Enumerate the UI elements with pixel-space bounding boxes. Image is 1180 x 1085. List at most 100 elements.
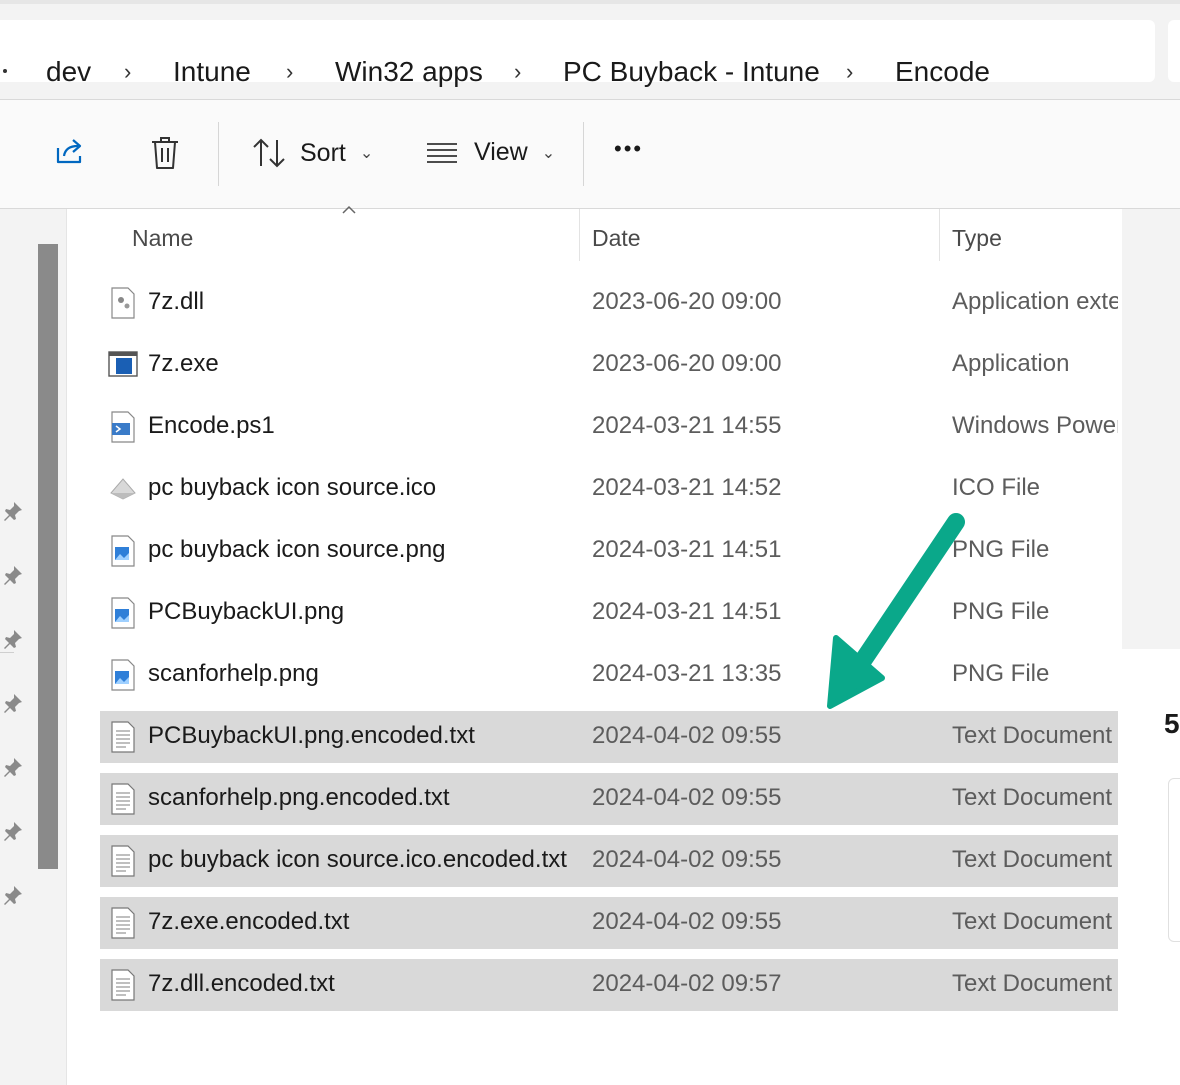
file-name: pc buyback icon source.ico: [148, 474, 437, 501]
file-type: Text Document: [952, 846, 1113, 873]
file-name: PCBuybackUI.png.encoded.txt: [148, 722, 475, 749]
sort-ascending-icon: [342, 205, 356, 214]
file-row[interactable]: Encode.ps1 2024-03-21 14:55 Windows Power: [100, 401, 1118, 453]
file-date: 2024-04-02 09:55: [592, 722, 782, 749]
share-button[interactable]: [54, 136, 86, 168]
sort-button[interactable]: Sort ⌄: [252, 138, 373, 168]
overflow-dot: [3, 69, 7, 73]
nav-divider: [0, 652, 14, 653]
file-type: Text Document: [952, 908, 1113, 935]
pin-icon[interactable]: [2, 628, 24, 650]
file-row[interactable]: 7z.dll.encoded.txt 2024-04-02 09:57 Text D…: [100, 959, 1118, 1011]
chevron-right-icon[interactable]: ›: [124, 56, 131, 88]
file-row[interactable]: pc buyback icon source.ico 2024-03-21 14:…: [100, 463, 1118, 515]
file-name: 7z.dll.encoded.txt: [148, 970, 335, 997]
column-divider[interactable]: [939, 209, 940, 261]
file-date: 2024-03-21 14:51: [592, 536, 782, 563]
image-icon: [111, 597, 135, 629]
share-icon: [56, 139, 82, 164]
file-date: 2024-04-02 09:55: [592, 908, 782, 935]
file-row[interactable]: pc buyback icon source.ico.encoded.txt 20…: [100, 835, 1118, 887]
file-date: 2024-03-21 14:55: [592, 412, 782, 439]
pin-icon[interactable]: [2, 564, 24, 586]
file-row[interactable]: 7z.exe 2023-06-20 09:00 Application: [100, 339, 1118, 391]
file-date: 2023-06-20 09:00: [592, 288, 782, 315]
details-count: 5: [1164, 708, 1180, 739]
file-name: Encode.ps1: [148, 412, 275, 439]
file-row[interactable]: scanforhelp.png.encoded.txt 2024-04-02 09…: [100, 773, 1118, 825]
file-name: pc buyback icon source.png: [148, 536, 446, 563]
details-card: [1168, 778, 1180, 942]
breadcrumb-item-encode[interactable]: Encode: [895, 54, 990, 90]
chevron-right-icon[interactable]: ›: [286, 56, 293, 88]
column-header-date[interactable]: Date: [592, 225, 641, 252]
file-type: Application exte: [952, 288, 1118, 315]
trash-icon: [152, 137, 178, 169]
address-bar: dev › Intune › Win32 apps › PC Buyback -…: [0, 0, 1180, 100]
file-date: 2024-04-02 09:55: [592, 784, 782, 811]
more-icon: •••: [614, 136, 644, 161]
file-name: 7z.exe: [148, 350, 219, 377]
text-file-icon: [111, 907, 135, 939]
view-list-icon: [427, 142, 457, 163]
chevron-down-icon: ⌄: [359, 145, 374, 162]
sort-icon: [253, 138, 285, 168]
file-date: 2024-04-02 09:55: [592, 846, 782, 873]
column-header-type[interactable]: Type: [952, 225, 1002, 252]
file-type: Application: [952, 350, 1070, 377]
file-date: 2024-03-21 14:52: [592, 474, 782, 501]
chevron-right-icon[interactable]: ›: [514, 56, 521, 88]
column-header-name[interactable]: Name: [132, 225, 193, 252]
file-name: scanforhelp.png.encoded.txt: [148, 784, 450, 811]
text-file-icon: [111, 721, 135, 753]
pin-icon[interactable]: [2, 756, 24, 778]
exe-icon: [108, 351, 138, 377]
text-file-icon: [111, 783, 135, 815]
breadcrumb[interactable]: dev › Intune › Win32 apps › PC Buyback -…: [0, 20, 1155, 87]
chevron-right-icon[interactable]: ›: [846, 56, 853, 88]
delete-button[interactable]: [150, 136, 180, 170]
file-type: Text Document: [952, 784, 1113, 811]
details-pane-edge: [1122, 209, 1180, 649]
file-date: 2024-03-21 13:35: [592, 660, 782, 687]
file-date: 2023-06-20 09:00: [592, 350, 782, 377]
dll-icon: [111, 287, 135, 319]
annotation-arrow: [827, 513, 965, 709]
file-row[interactable]: 7z.dll 2023-06-20 09:00 Application exte: [100, 277, 1118, 329]
pin-icon[interactable]: [2, 820, 24, 842]
file-type: Text Document: [952, 970, 1113, 997]
file-name: scanforhelp.png: [148, 660, 319, 687]
more-options-button[interactable]: •••: [614, 136, 643, 162]
file-type: Windows Power: [952, 412, 1118, 439]
command-bar: Sort ⌄ View ⌄ •••: [0, 100, 1180, 209]
column-divider[interactable]: [579, 209, 580, 261]
file-name: 7z.dll: [148, 288, 205, 315]
breadcrumb-item-win32-apps[interactable]: Win32 apps: [335, 54, 483, 90]
file-name: pc buyback icon source.ico.encoded.txt: [148, 846, 567, 873]
file-row[interactable]: 7z.exe.encoded.txt 2024-04-02 09:55 Text D…: [100, 897, 1118, 949]
toolbar-separator: [218, 122, 219, 186]
pin-icon[interactable]: [2, 500, 24, 522]
breadcrumb-item-intune[interactable]: Intune: [173, 54, 251, 90]
file-date: 2024-04-02 09:57: [592, 970, 782, 997]
view-button[interactable]: View ⌄: [426, 138, 555, 167]
file-date: 2024-03-21 14:51: [592, 598, 782, 625]
toolbar-separator: [583, 122, 584, 186]
pin-icon[interactable]: [2, 884, 24, 906]
chevron-down-icon: ⌄: [541, 144, 556, 162]
breadcrumb-item-pc-buyback[interactable]: PC Buyback - Intune: [563, 54, 820, 90]
image-icon: [111, 659, 135, 691]
powershell-icon: [111, 411, 135, 443]
image-icon: [111, 535, 135, 567]
text-file-icon: [111, 845, 135, 877]
file-name: PCBuybackUI.png: [148, 598, 345, 625]
file-type: ICO File: [952, 474, 1041, 501]
breadcrumb-item-dev[interactable]: dev: [46, 54, 91, 90]
view-label: View: [474, 138, 528, 166]
text-file-icon: [111, 969, 135, 1001]
search-box[interactable]: [1168, 20, 1180, 82]
nav-scrollbar-thumb[interactable]: [38, 244, 58, 869]
sort-label: Sort: [300, 138, 346, 167]
pin-icon[interactable]: [2, 692, 24, 714]
ico-icon: [110, 478, 136, 500]
